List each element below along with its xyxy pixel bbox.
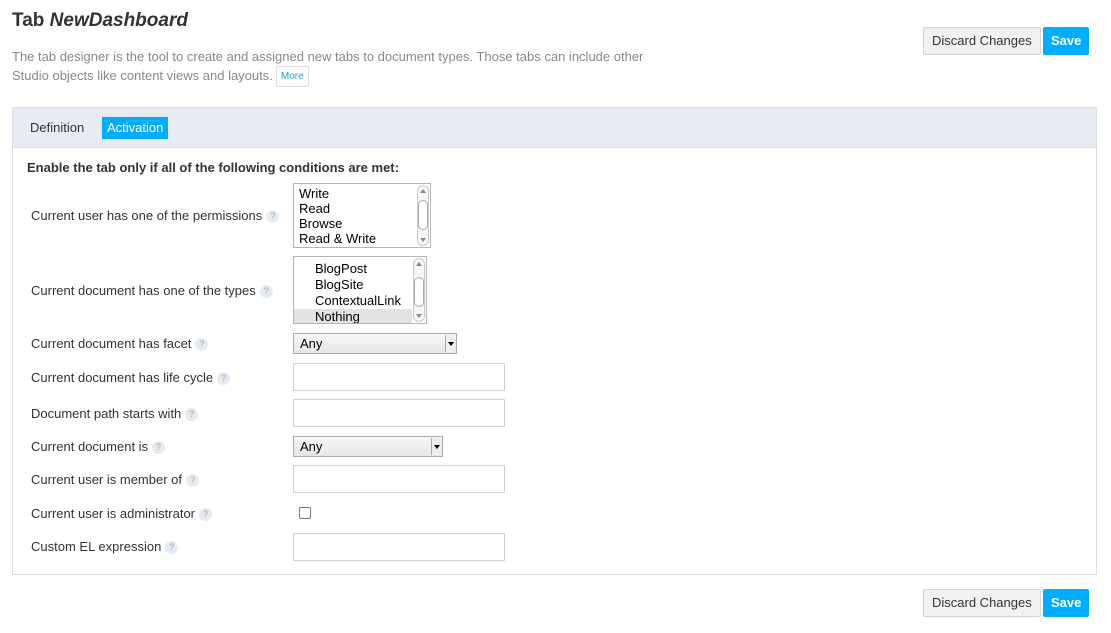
types-listbox[interactable]: BlogPost BlogSite ContextualLink Nothing <box>293 256 427 324</box>
type-option[interactable]: BlogPost <box>294 261 426 277</box>
chevron-down-icon <box>445 335 455 352</box>
tab-definition[interactable]: Definition <box>25 117 89 139</box>
types-label: Current document has one of the types? <box>31 283 273 298</box>
el-expression-label: Custom EL expression? <box>31 539 179 554</box>
help-icon[interactable]: ? <box>217 372 231 385</box>
help-icon[interactable]: ? <box>266 210 280 223</box>
title-prefix: Tab <box>12 10 45 31</box>
help-icon[interactable]: ? <box>152 441 166 454</box>
facet-label-text: Current document has facet <box>31 336 192 351</box>
doc-is-label: Current document is? <box>31 439 166 454</box>
discard-changes-button-bottom[interactable]: Discard Changes <box>923 589 1041 617</box>
tab-activation[interactable]: Activation <box>102 117 169 139</box>
permissions-label: Current user has one of the permissions? <box>31 208 280 223</box>
title-name: NewDashboard <box>49 10 188 31</box>
tab-bar: Definition Activation <box>13 108 1096 148</box>
help-icon[interactable]: ? <box>199 508 212 521</box>
description-text: The tab designer is the tool to create a… <box>12 49 644 83</box>
permission-option[interactable]: Read & Write <box>294 231 430 246</box>
member-of-label-text: Current user is member of <box>31 472 182 487</box>
permission-option[interactable]: Read <box>294 201 430 216</box>
discard-changes-button-top[interactable]: Discard Changes <box>923 27 1041 55</box>
scroll-thumb[interactable] <box>414 277 424 307</box>
type-option-selected[interactable]: Nothing <box>294 309 412 323</box>
type-option[interactable]: BlogSite <box>294 277 426 293</box>
facet-select[interactable]: Any <box>293 333 457 354</box>
permission-option[interactable]: Write <box>294 186 430 201</box>
member-of-input[interactable] <box>293 465 505 493</box>
help-icon[interactable]: ? <box>186 474 199 487</box>
scroll-up-arrow-icon[interactable] <box>416 262 422 266</box>
path-label: Document path starts with? <box>31 406 199 421</box>
doc-is-select-value: Any <box>300 439 323 454</box>
type-option[interactable]: ContextualLink <box>294 293 426 309</box>
conditions-heading: Enable the tab only if all of the follow… <box>27 160 399 175</box>
path-input[interactable] <box>293 399 505 427</box>
page-title: Tab NewDashboard <box>12 10 188 32</box>
permissions-listbox[interactable]: Write Read Browse Read & Write <box>293 183 431 248</box>
lifecycle-label-text: Current document has life cycle <box>31 370 214 385</box>
facet-label: Current document has facet? <box>31 336 209 351</box>
facet-select-value: Any <box>300 336 323 351</box>
doc-is-label-text: Current document is <box>31 439 149 454</box>
administrator-label-text: Current user is administrator <box>31 506 195 521</box>
help-icon[interactable]: ? <box>185 408 199 421</box>
types-scrollbar[interactable] <box>413 258 425 322</box>
administrator-label: Current user is administrator? <box>31 506 212 521</box>
help-icon[interactable]: ? <box>165 541 179 554</box>
permissions-label-text: Current user has one of the permissions <box>31 208 263 223</box>
types-label-text: Current document has one of the types <box>31 283 256 298</box>
scroll-down-arrow-icon[interactable] <box>416 314 422 318</box>
member-of-label: Current user is member of? <box>31 472 199 487</box>
lifecycle-input[interactable] <box>293 363 505 391</box>
scroll-thumb[interactable] <box>418 200 428 230</box>
administrator-checkbox[interactable] <box>299 507 311 519</box>
el-expression-label-text: Custom EL expression <box>31 539 162 554</box>
scroll-up-arrow-icon[interactable] <box>420 189 426 193</box>
path-label-text: Document path starts with <box>31 406 182 421</box>
doc-is-select[interactable]: Any <box>293 436 443 457</box>
help-icon[interactable]: ? <box>259 285 273 298</box>
save-button-top[interactable]: Save <box>1043 27 1090 55</box>
el-expression-input[interactable] <box>293 533 505 561</box>
permissions-scrollbar[interactable] <box>417 185 429 246</box>
activation-panel: Definition Activation Enable the tab onl… <box>12 107 1097 575</box>
help-icon[interactable]: ? <box>195 338 209 351</box>
lifecycle-label: Current document has life cycle? <box>31 370 231 385</box>
page-description: The tab designer is the tool to create a… <box>12 47 682 88</box>
chevron-down-icon <box>431 438 441 455</box>
save-button-bottom[interactable]: Save <box>1043 589 1090 617</box>
more-button[interactable]: More <box>275 66 309 88</box>
scroll-down-arrow-icon[interactable] <box>420 238 426 242</box>
permission-option[interactable]: Browse <box>294 216 430 231</box>
